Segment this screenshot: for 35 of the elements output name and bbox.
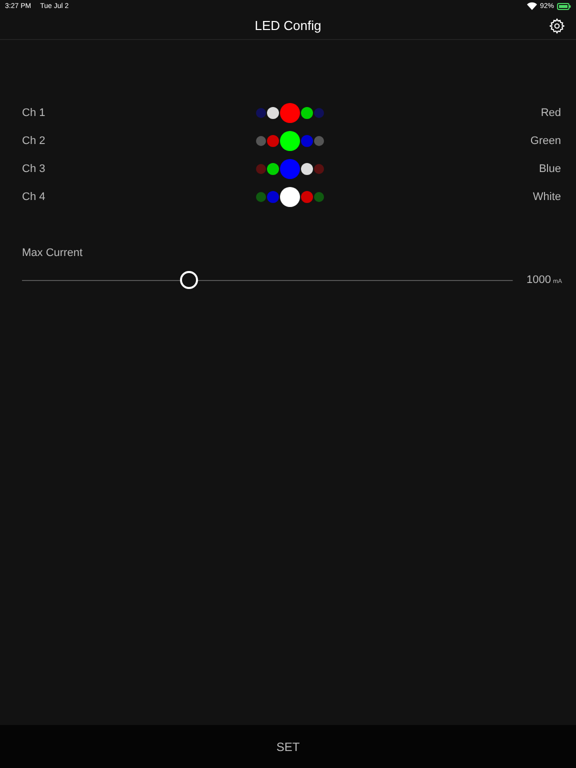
color-dot[interactable] [266,107,278,119]
color-dot[interactable] [256,164,266,174]
set-button[interactable]: SET [268,736,308,758]
color-name: Green [529,135,561,147]
color-dot[interactable] [314,164,324,174]
channel-label: Ch 1 [22,107,46,119]
wifi-icon [526,2,537,10]
slider-thumb[interactable] [180,271,198,289]
color-dot[interactable] [300,191,312,203]
battery-icon [557,2,571,10]
color-dot[interactable] [314,136,324,146]
channel-label: Ch 4 [22,191,46,203]
color-dot[interactable] [256,136,266,146]
color-dot[interactable] [256,192,266,202]
color-dot[interactable] [314,108,324,118]
channel-label: Ch 3 [22,163,46,175]
settings-icon[interactable] [549,18,565,34]
channel-label: Ch 2 [22,135,46,147]
nav-title: LED Config [254,18,322,33]
color-dot[interactable] [280,187,300,207]
color-dot[interactable] [280,159,300,179]
color-name: Blue [538,163,561,175]
color-dot[interactable] [300,163,312,175]
color-dot[interactable] [256,108,266,118]
max-current-label: Max Current [22,247,84,259]
color-dot[interactable] [314,192,324,202]
color-dot[interactable] [300,107,312,119]
color-dot[interactable] [266,163,278,175]
color-dot[interactable] [280,131,300,151]
color-dot[interactable] [266,191,278,203]
color-name: White [532,191,561,203]
color-dot[interactable] [300,135,312,147]
color-dot[interactable] [266,135,278,147]
color-dot[interactable] [280,103,300,123]
color-name: Red [540,107,561,119]
